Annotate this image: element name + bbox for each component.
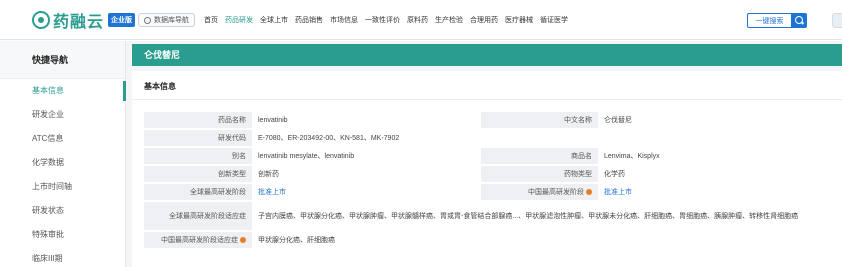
menu-item-drug-sales[interactable]: 药品销售 (295, 15, 323, 25)
compass-icon (144, 16, 151, 24)
main-content: 仑伐替尼 基本信息 药品名称 lenvatinib 中文名称 仑伐替尼 研发代码… (126, 41, 842, 267)
table-row: 全球最高研发阶段 批准上市 中国最高研发阶段 批准上市 (144, 184, 834, 200)
table-row: 研发代码 E-7080、ER-203492-00、KN-581、MK-7902 (144, 130, 834, 146)
china-indication-value: 甲状腺分化癌、肝细胞癌 (252, 232, 834, 248)
menu-item-production[interactable]: 生产检验 (435, 15, 463, 25)
dev-code-value: E-7080、ER-203492-00、KN-581、MK-7902 (252, 130, 834, 146)
drug-type-value: 化学药 (598, 166, 834, 182)
table-row: 全球最高研发阶段适应症 子宫内膜癌、甲状腺分化癌、甲状腺肿瘤、甲状腺髓样癌、胃或… (144, 202, 834, 230)
menu-item-consistency[interactable]: 一致性评价 (365, 15, 400, 25)
quick-nav-sidebar: 快捷导航 基本信息 研发企业 ATC信息 化学数据 上市时间轴 研发状态 特殊审… (0, 41, 126, 267)
table-row: 创新类型 创新药 药物类型 化学药 (144, 166, 834, 182)
drug-name-value: lenvatinib (252, 112, 481, 128)
sidebar-item-atc[interactable]: ATC信息 (0, 127, 125, 151)
logo-icon (32, 11, 50, 29)
edition-badge: 企业版 (108, 13, 136, 27)
cn-name-value: 仑伐替尼 (598, 112, 834, 128)
sidebar-item-chemistry[interactable]: 化学数据 (0, 151, 125, 175)
dev-code-label: 研发代码 (144, 130, 252, 146)
trade-name-value: Lenvima、Kisplyx (598, 148, 834, 164)
sidebar-title: 快捷导航 (0, 41, 125, 79)
global-stage-label: 全球最高研发阶段 (144, 184, 252, 200)
china-stage-label-cell: 中国最高研发阶段 (481, 184, 598, 200)
main-menu: 首页 药品研发 全球上市 药品销售 市场信息 一致性评价 原料药 生产检验 合理… (204, 14, 568, 26)
sidebar-item-rd-status[interactable]: 研发状态 (0, 199, 125, 223)
cn-name-label: 中文名称 (481, 112, 598, 128)
brand-logo[interactable]: 药融云 企业版 (32, 10, 136, 31)
sidebar-item-rd-company[interactable]: 研发企业 (0, 103, 125, 127)
sidebar-item-basic-info[interactable]: 基本信息 (0, 79, 126, 103)
menu-item-drug-rd[interactable]: 药品研发 (225, 15, 253, 25)
trade-name-label: 商品名 (481, 148, 598, 164)
menu-item-ebm[interactable]: 循证医学 (540, 15, 568, 25)
table-row: 中国最高研发阶段适应症 甲状腺分化癌、肝细胞癌 (144, 232, 834, 248)
sidebar-item-timeline[interactable]: 上市时间轴 (0, 175, 125, 199)
basic-info-card: 基本信息 药品名称 lenvatinib 中文名称 仑伐替尼 研发代码 E-70… (132, 71, 842, 267)
menu-item-market-info[interactable]: 市场信息 (330, 15, 358, 25)
divider (132, 99, 842, 100)
brand-name: 药融云 (53, 14, 105, 31)
menu-item-home[interactable]: 首页 (204, 15, 218, 25)
top-navbar: 药融云 企业版 数据库导航 首页 药品研发 全球上市 药品销售 市场信息 一致性… (0, 0, 842, 40)
global-indication-value: 子宫内膜癌、甲状腺分化癌、甲状腺肿瘤、甲状腺髓样癌、胃或胃-食管结合部腺癌...… (252, 202, 834, 230)
info-icon[interactable] (240, 237, 246, 243)
innovation-label: 创新类型 (144, 166, 252, 182)
sidebar-item-phase3[interactable]: 临床III期 (0, 247, 125, 267)
drug-type-label: 药物类型 (481, 166, 598, 182)
search-icon[interactable] (791, 13, 807, 28)
global-indication-label: 全球最高研发阶段适应症 (144, 202, 252, 230)
info-icon[interactable] (586, 189, 592, 195)
user-menu-button[interactable] (832, 13, 842, 28)
section-title: 基本信息 (144, 82, 176, 91)
database-nav-label: 数据库导航 (154, 17, 189, 24)
alias-value: lenvatinib mesylate、lenvatinib (252, 148, 481, 164)
menu-item-devices[interactable]: 医疗器械 (505, 15, 533, 25)
drug-name-label: 药品名称 (144, 112, 252, 128)
sidebar-item-special-approval[interactable]: 特殊审批 (0, 223, 125, 247)
china-indication-label: 中国最高研发阶段适应症 (161, 237, 238, 244)
search-input[interactable]: 一键搜索 (747, 13, 791, 28)
table-row: 别名 lenvatinib mesylate、lenvatinib 商品名 Le… (144, 148, 834, 164)
table-row: 药品名称 lenvatinib 中文名称 仑伐替尼 (144, 112, 834, 128)
menu-item-rational-use[interactable]: 合理用药 (470, 15, 498, 25)
menu-item-api[interactable]: 原料药 (407, 15, 428, 25)
search-box: 一键搜索 (747, 13, 807, 28)
global-stage-link[interactable]: 批准上市 (252, 184, 481, 200)
alias-label: 别名 (144, 148, 252, 164)
page-title: 仑伐替尼 (132, 44, 842, 66)
innovation-value: 创新药 (252, 166, 481, 182)
china-stage-link[interactable]: 批准上市 (598, 184, 834, 200)
china-stage-label: 中国最高研发阶段 (528, 189, 584, 196)
menu-item-global-launch[interactable]: 全球上市 (260, 15, 288, 25)
china-indication-label-cell: 中国最高研发阶段适应症 (144, 232, 252, 248)
database-nav-button[interactable]: 数据库导航 (138, 13, 195, 27)
